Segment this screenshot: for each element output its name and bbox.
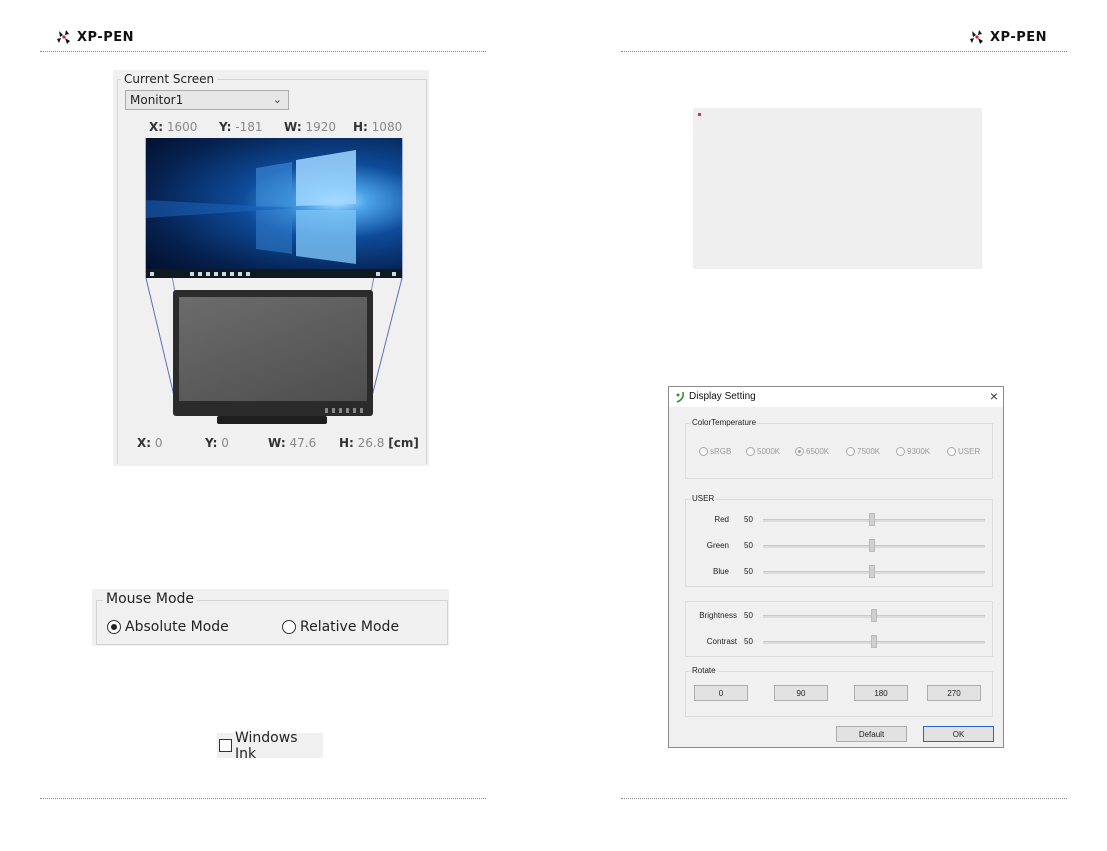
absolute-mode-label: Absolute Mode — [125, 619, 229, 635]
contrast-label: Contrast — [706, 637, 737, 646]
default-button[interactable]: Default — [836, 726, 907, 742]
blue-slider-thumb[interactable] — [869, 565, 875, 578]
tablet-x: X: 0 — [137, 436, 163, 450]
app-icon — [676, 391, 685, 403]
brightness-slider-thumb[interactable] — [871, 609, 877, 622]
green-value: 50 — [744, 541, 753, 550]
contrast-value: 50 — [744, 637, 753, 646]
calibration-area — [693, 108, 982, 269]
header-rule-right — [621, 51, 1067, 52]
footer-rule-right — [621, 798, 1067, 799]
rotate-title: Rotate — [691, 666, 717, 675]
brand-name: XP-PEN — [990, 29, 1048, 45]
rotate-180-button[interactable]: 180 — [854, 685, 908, 701]
blue-label: Blue — [712, 567, 729, 576]
user-title: USER — [691, 494, 716, 503]
red-label: Red — [714, 515, 729, 524]
red-slider-thumb[interactable] — [869, 513, 875, 526]
brand-logo-right: XP-PEN — [969, 29, 1047, 45]
contrast-slider-thumb[interactable] — [871, 635, 877, 648]
rotate-90-button[interactable]: 90 — [774, 685, 828, 701]
relative-mode-radio[interactable]: Relative Mode — [282, 619, 399, 635]
windows-ink-checkbox[interactable]: Windows Ink — [217, 730, 323, 762]
tablet-stand — [217, 416, 327, 424]
calibration-crosshair — [698, 113, 701, 116]
radio-unselected-icon — [282, 620, 296, 634]
rotate-0-button[interactable]: 0 — [694, 685, 748, 701]
ct-option-6500k[interactable]: 6500K — [795, 447, 829, 456]
radio-selected-icon — [107, 620, 121, 634]
windows-logo-graphic — [146, 150, 356, 264]
ct-option-srgb[interactable]: sRGB — [699, 447, 731, 456]
header-rule-left — [40, 51, 486, 52]
checkbox-icon — [219, 739, 232, 752]
display-setting-dialog: Display Setting × ColorTemperature sRGB … — [668, 386, 1004, 748]
color-temperature-title: ColorTemperature — [691, 418, 758, 427]
ct-option-7500k[interactable]: 7500K — [846, 447, 880, 456]
picture-group — [685, 601, 993, 657]
dialog-titlebar: Display Setting × — [669, 387, 1003, 407]
xp-pen-logo-icon — [970, 30, 983, 44]
tablet-screen — [179, 297, 367, 401]
relative-mode-label: Relative Mode — [300, 619, 400, 635]
tablet-buttons — [325, 408, 365, 413]
mouse-mode-title: Mouse Mode — [103, 591, 198, 607]
footer-rule-left — [40, 798, 486, 799]
brightness-label: Brightness — [699, 611, 737, 620]
tablet-h: H: 26.8 [cm] — [339, 436, 419, 450]
tablet-y: Y: 0 — [205, 436, 229, 450]
mouse-mode-panel: Mouse Mode Absolute Mode Relative Mode — [92, 589, 449, 646]
tablet-w: W: 47.6 — [268, 436, 317, 450]
green-label: Green — [706, 541, 729, 550]
ct-option-9300k[interactable]: 9300K — [896, 447, 930, 456]
taskbar — [146, 269, 402, 278]
tablet-preview — [173, 290, 373, 416]
monitor-preview — [146, 138, 402, 278]
green-slider-thumb[interactable] — [869, 539, 875, 552]
ok-button[interactable]: OK — [923, 726, 994, 742]
windows-ink-label: Windows Ink — [235, 729, 298, 762]
red-value: 50 — [744, 515, 753, 524]
brand-logo-left: XP-PEN — [56, 29, 134, 45]
rotate-270-button[interactable]: 270 — [927, 685, 981, 701]
ct-option-user[interactable]: USER — [947, 447, 980, 456]
brightness-value: 50 — [744, 611, 753, 620]
blue-value: 50 — [744, 567, 753, 576]
current-screen-panel: Current Screen Monitor1 ⌄ X: 1600 Y: -18… — [113, 70, 429, 466]
brand-name: XP-PEN — [77, 29, 135, 45]
dialog-title: Display Setting — [689, 391, 756, 402]
absolute-mode-radio[interactable]: Absolute Mode — [107, 619, 229, 635]
close-icon[interactable]: × — [990, 388, 998, 404]
ct-option-5000k[interactable]: 5000K — [746, 447, 780, 456]
xp-pen-logo-icon — [57, 30, 70, 44]
